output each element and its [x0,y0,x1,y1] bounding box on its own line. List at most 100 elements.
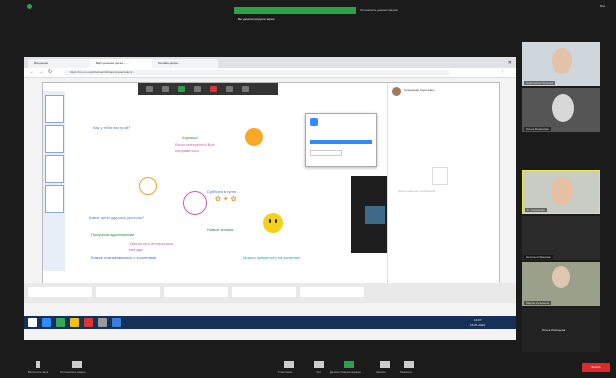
wb-text: Ближе познакомились с коллегами [91,255,157,260]
browser-tab[interactable]: Онлайн-доска ... [152,59,218,68]
participant-name: Наталья Иванова [524,255,553,259]
eraser-tool-icon[interactable] [194,86,201,92]
mute-label: Включить звук [28,370,49,374]
slide-thumbnail[interactable] [45,95,64,123]
smiley-drawing [183,191,207,215]
video-label: Остановить видео [60,370,86,374]
app-icon[interactable] [98,318,107,327]
browser-tab[interactable] [28,287,92,297]
participant-video[interactable]: Наталья Иванова [522,216,600,260]
security-icon[interactable] [27,4,32,9]
start-icon[interactable] [28,318,37,327]
slide-thumbnail[interactable] [45,155,64,183]
end-button[interactable]: Выйти [582,363,610,372]
avatar [392,87,401,96]
emoji-stickers: ✿ ✦ ✿ [215,196,237,203]
text-tool-icon[interactable] [162,86,169,92]
participant-face [552,48,572,74]
sharing-status-text: Вы демонстрируете экран [238,17,275,21]
clock-time: 14:07 [474,318,482,322]
participant-face [552,94,574,122]
chat-icon[interactable] [314,361,324,368]
wb-text: Как у тебя настрой? [93,125,131,130]
smiley-drawing [139,177,157,195]
wb-text: Хорошо! [182,135,198,140]
microphone-icon[interactable] [36,361,40,368]
whiteboard-toolbar [138,83,278,95]
participant-face [551,177,573,205]
undo-icon[interactable] [226,86,233,92]
wb-text: Получили вдохновение [91,232,135,237]
slide-thumbnail[interactable] [45,185,64,213]
chrome-icon[interactable] [56,318,65,327]
windows-taskbar: 14:07 15.01.2022 [24,316,516,329]
video-thumbnail [365,206,385,224]
address-bar[interactable]: https://zoom.us/whiteboard/share/present… [64,70,450,75]
wb-text: Суббота в гугле... [207,189,240,194]
shape-tool-icon[interactable] [178,86,185,92]
participant-name: Ольга Лисицына [542,328,566,332]
app-icon[interactable] [84,318,93,327]
browser-bottom-tabs [24,283,516,303]
browser-tab[interactable] [96,287,160,297]
participant-name: Е. Смирнова [525,208,547,212]
meeting-top-bar: Вы демонстрируете экран Остановить демон… [0,0,616,21]
browser-tab-strip: Входящие Виртуальная доска – ... Онлайн-… [24,57,516,68]
wb-text: Можно применить на занятиях [243,255,301,260]
browser-tab[interactable] [164,287,228,297]
sharing-status-pill: Вы демонстрируете экран [234,7,356,21]
browser-tab[interactable]: Входящие [28,59,94,68]
back-icon[interactable]: ← [30,69,35,75]
share-screen-icon[interactable] [344,361,354,368]
popup-field[interactable] [310,150,342,156]
pen-tool-icon[interactable] [146,86,153,92]
chat-sender: Александр Сергеевич [404,88,435,92]
reactions-icon[interactable] [404,361,414,368]
app-icon[interactable] [112,318,121,327]
participant-video[interactable]: Анастасия Петрова [522,42,600,86]
participant-face [552,266,570,288]
stop-share-button[interactable]: Остановить демонстрацию [360,7,402,14]
participant-video[interactable]: Е. Смирнова [522,170,600,214]
wb-text: Новые знания [207,227,234,232]
browser-tab[interactable]: Виртуальная доска – ... [90,59,156,68]
record-label: Запись [376,370,386,374]
address-bar-row: ← → ↻ https://zoom.us/whiteboard/share/p… [24,68,516,78]
sun-drawing [245,128,263,146]
stamp-tool-icon[interactable] [210,86,217,92]
wb-text: понравилось [175,148,200,153]
wb-text: Какие цели удалось достичь? [89,215,145,220]
participant-video[interactable]: Ольга Лисицына [522,308,600,352]
menu-icon[interactable]: ⋮ [500,69,505,75]
zoom-logo-icon [310,118,318,126]
record-icon[interactable] [380,361,390,368]
meeting-toolbar: Включить звук Остановить видео Участники… [0,358,616,378]
window-close-icon[interactable]: ✕ [508,60,512,66]
wb-text: Было интересно! Всё [175,142,215,147]
share-label: Демонстрация экрана [330,370,361,374]
reactions-label: Реакции [400,370,412,374]
participant-name: Мария Кузьмина [524,301,552,305]
clock-date: 15.01.2022 [470,323,486,327]
folder-icon[interactable] [70,318,79,327]
browser-tab[interactable] [300,287,364,297]
browser-icon[interactable] [42,318,51,327]
forward-icon[interactable]: → [38,69,43,75]
browser-tab[interactable] [232,287,296,297]
participants-label: Участники [278,370,293,374]
video-camera-icon[interactable] [72,361,82,368]
wb-text: Узнала про интересные [129,241,174,246]
chat-empty-text: Здесь пока нет сообщений [398,189,436,193]
wb-text: методы [129,247,143,252]
participants-icon[interactable] [284,361,294,368]
redo-icon[interactable] [242,86,249,92]
reload-icon[interactable]: ↻ [48,69,52,75]
view-button[interactable]: Вид [600,4,605,8]
slide-thumbnails [43,91,65,271]
smiley-emoji [263,213,283,233]
chat-empty-icon [432,167,448,185]
popup-bar[interactable] [310,140,372,144]
participant-video[interactable]: Мария Кузьмина [522,262,600,306]
participant-video[interactable]: Ольга Борисова [522,88,600,132]
slide-thumbnail[interactable] [45,125,64,153]
